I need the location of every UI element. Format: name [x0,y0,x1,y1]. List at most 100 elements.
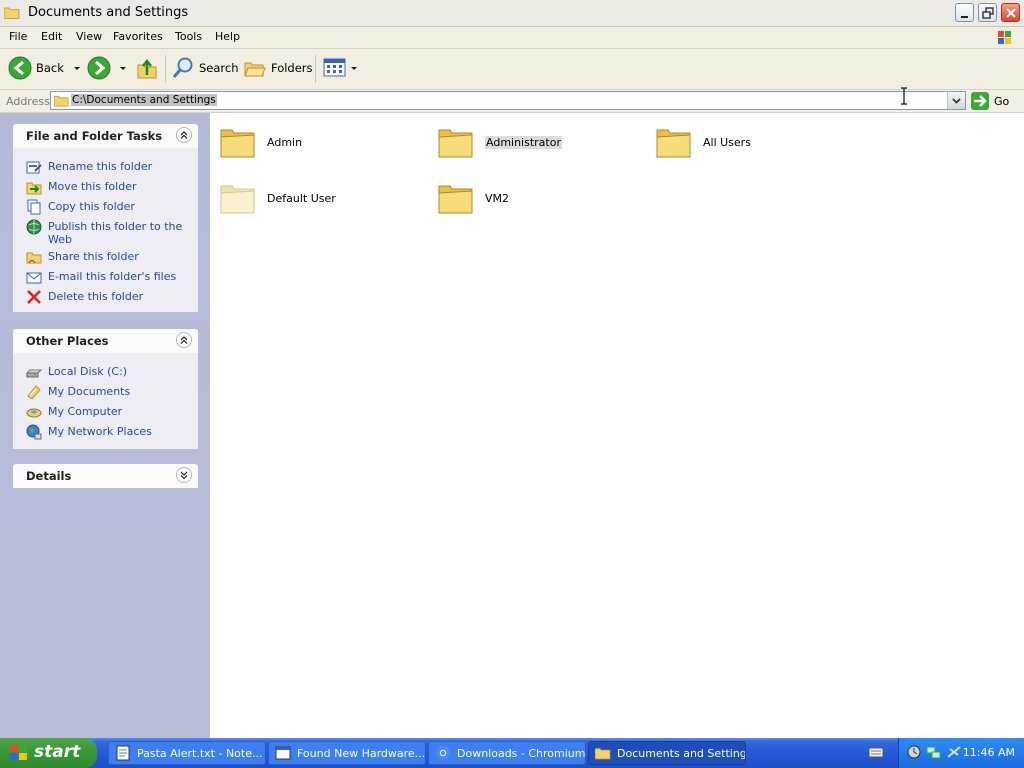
minimize-button[interactable] [955,3,974,22]
task-label: Rename this folder [48,160,153,173]
panel-header[interactable]: File and Folder Tasks [13,124,198,148]
views-button[interactable] [323,55,359,81]
folder-name: VM2 [485,192,510,205]
place-label: My Documents [48,385,131,398]
back-dropdown-icon[interactable] [72,63,82,73]
menu-file[interactable]: File [9,30,27,43]
folder-item[interactable]: Admin [219,123,419,169]
task-label: Move this folder [48,180,137,193]
network-icon[interactable] [926,745,942,759]
place-label: My Network Places [48,425,152,438]
folder-icon [438,185,473,214]
folder-icon [4,7,20,19]
chromium-icon [436,746,450,760]
title-bar[interactable]: Documents and Settings [0,0,1024,27]
menu-favorites[interactable]: Favorites [113,30,163,43]
taskbar-app-label: Found New Hardware... [297,746,425,760]
rename-icon [26,161,42,174]
address-dropdown[interactable] [947,92,965,109]
collapse-button[interactable] [176,127,192,143]
folder-icon [220,129,255,158]
menu-edit[interactable]: Edit [41,30,62,43]
clock[interactable]: 11:46 AM [963,746,1015,759]
views-dropdown-icon[interactable] [349,63,359,73]
back-button[interactable]: Back [8,55,82,81]
panel-title: Details [26,469,72,483]
forward-button[interactable] [87,55,128,81]
email-icon [26,272,42,284]
forward-dropdown-icon[interactable] [118,63,128,73]
task-rename[interactable]: Rename this folder [13,157,198,177]
task-move[interactable]: Move this folder [13,177,198,197]
task-share[interactable]: Share this folder [13,247,198,267]
security-icon[interactable] [907,745,921,759]
minimize-icon [961,16,968,18]
search-button[interactable]: Search [171,55,239,81]
place-local-disk[interactable]: Local Disk (C:) [13,362,198,382]
taskbar-app-notepad[interactable]: Pasta Alert.txt - Note... [108,741,266,765]
folder-name: Default User [267,192,336,205]
keyboard-icon[interactable] [868,745,884,759]
expand-button[interactable] [176,467,192,483]
file-folder-tasks-panel: File and Folder Tasks Rename this folder [13,124,198,312]
address-value[interactable]: C:\Documents and Settings [71,94,217,106]
folders-button[interactable]: Folders [243,55,313,81]
folder-item[interactable]: Default User [219,179,419,225]
search-icon [172,57,193,78]
task-delete[interactable]: Delete this folder [13,287,198,307]
back-arrow-icon [8,56,32,80]
taskbar-app-explorer[interactable]: Documents and Settings [588,741,746,765]
place-label: My Computer [48,405,123,418]
close-button[interactable] [1001,3,1020,22]
delete-icon [27,290,41,304]
folder-item[interactable]: VM2 [437,179,637,225]
folders-icon [244,62,266,77]
views-icon [323,58,346,77]
taskbar-app-hardware[interactable]: Found New Hardware... [268,741,426,765]
share-icon [26,252,42,264]
menu-view[interactable]: View [76,30,102,43]
place-my-documents[interactable]: My Documents [13,382,198,402]
up-folder-button[interactable] [136,55,158,81]
restore-button[interactable] [978,3,997,22]
close-icon [1006,8,1016,18]
menu-help[interactable]: Help [215,30,240,43]
taskbar: start Pasta Alert.txt - Note... Found Ne… [0,738,1024,768]
folder-name: Admin [267,136,303,149]
back-label: Back [36,61,64,75]
disk-icon [26,369,42,378]
folder-item[interactable]: Administrator [437,123,637,169]
file-list[interactable]: Admin Administrator All Users Default Us… [210,113,1024,738]
folder-name: Administrator [485,136,562,149]
go-button[interactable]: Go [971,92,1009,110]
address-input[interactable]: C:\Documents and Settings [50,91,966,110]
chevron-up-icon [180,131,188,139]
place-network[interactable]: My Network Places [13,422,198,442]
search-label: Search [199,61,239,75]
panel-header[interactable]: Other Places [13,329,198,353]
folder-icon [656,129,691,158]
publish-web-icon [26,219,42,235]
place-my-computer[interactable]: My Computer [13,402,198,422]
move-icon [26,182,42,195]
place-label: Local Disk (C:) [48,365,128,378]
chevron-up-icon [180,336,188,344]
task-copy[interactable]: Copy this folder [13,197,198,217]
folder-icon [595,748,611,760]
task-publish[interactable]: Publish this folder to the Web [13,217,198,247]
copy-icon [27,199,41,215]
connection-icon[interactable] [946,745,962,759]
taskbar-app-label: Documents and Settings [617,746,745,760]
taskbar-app-chromium[interactable]: Downloads - Chromium [428,741,586,765]
start-button[interactable]: start [0,738,97,768]
forward-arrow-icon [87,56,111,80]
toolbar: Back Search Folders [0,49,1024,90]
folder-item[interactable]: All Users [655,123,855,169]
menu-tools[interactable]: Tools [175,30,202,43]
chevron-down-icon [952,98,961,104]
collapse-button[interactable] [176,332,192,348]
task-email[interactable]: E-mail this folder's files [13,267,198,287]
system-tray: 11:46 AM [898,738,1024,768]
menu-bar: File Edit View Favorites Tools Help [0,27,1024,49]
panel-header[interactable]: Details [13,464,198,488]
